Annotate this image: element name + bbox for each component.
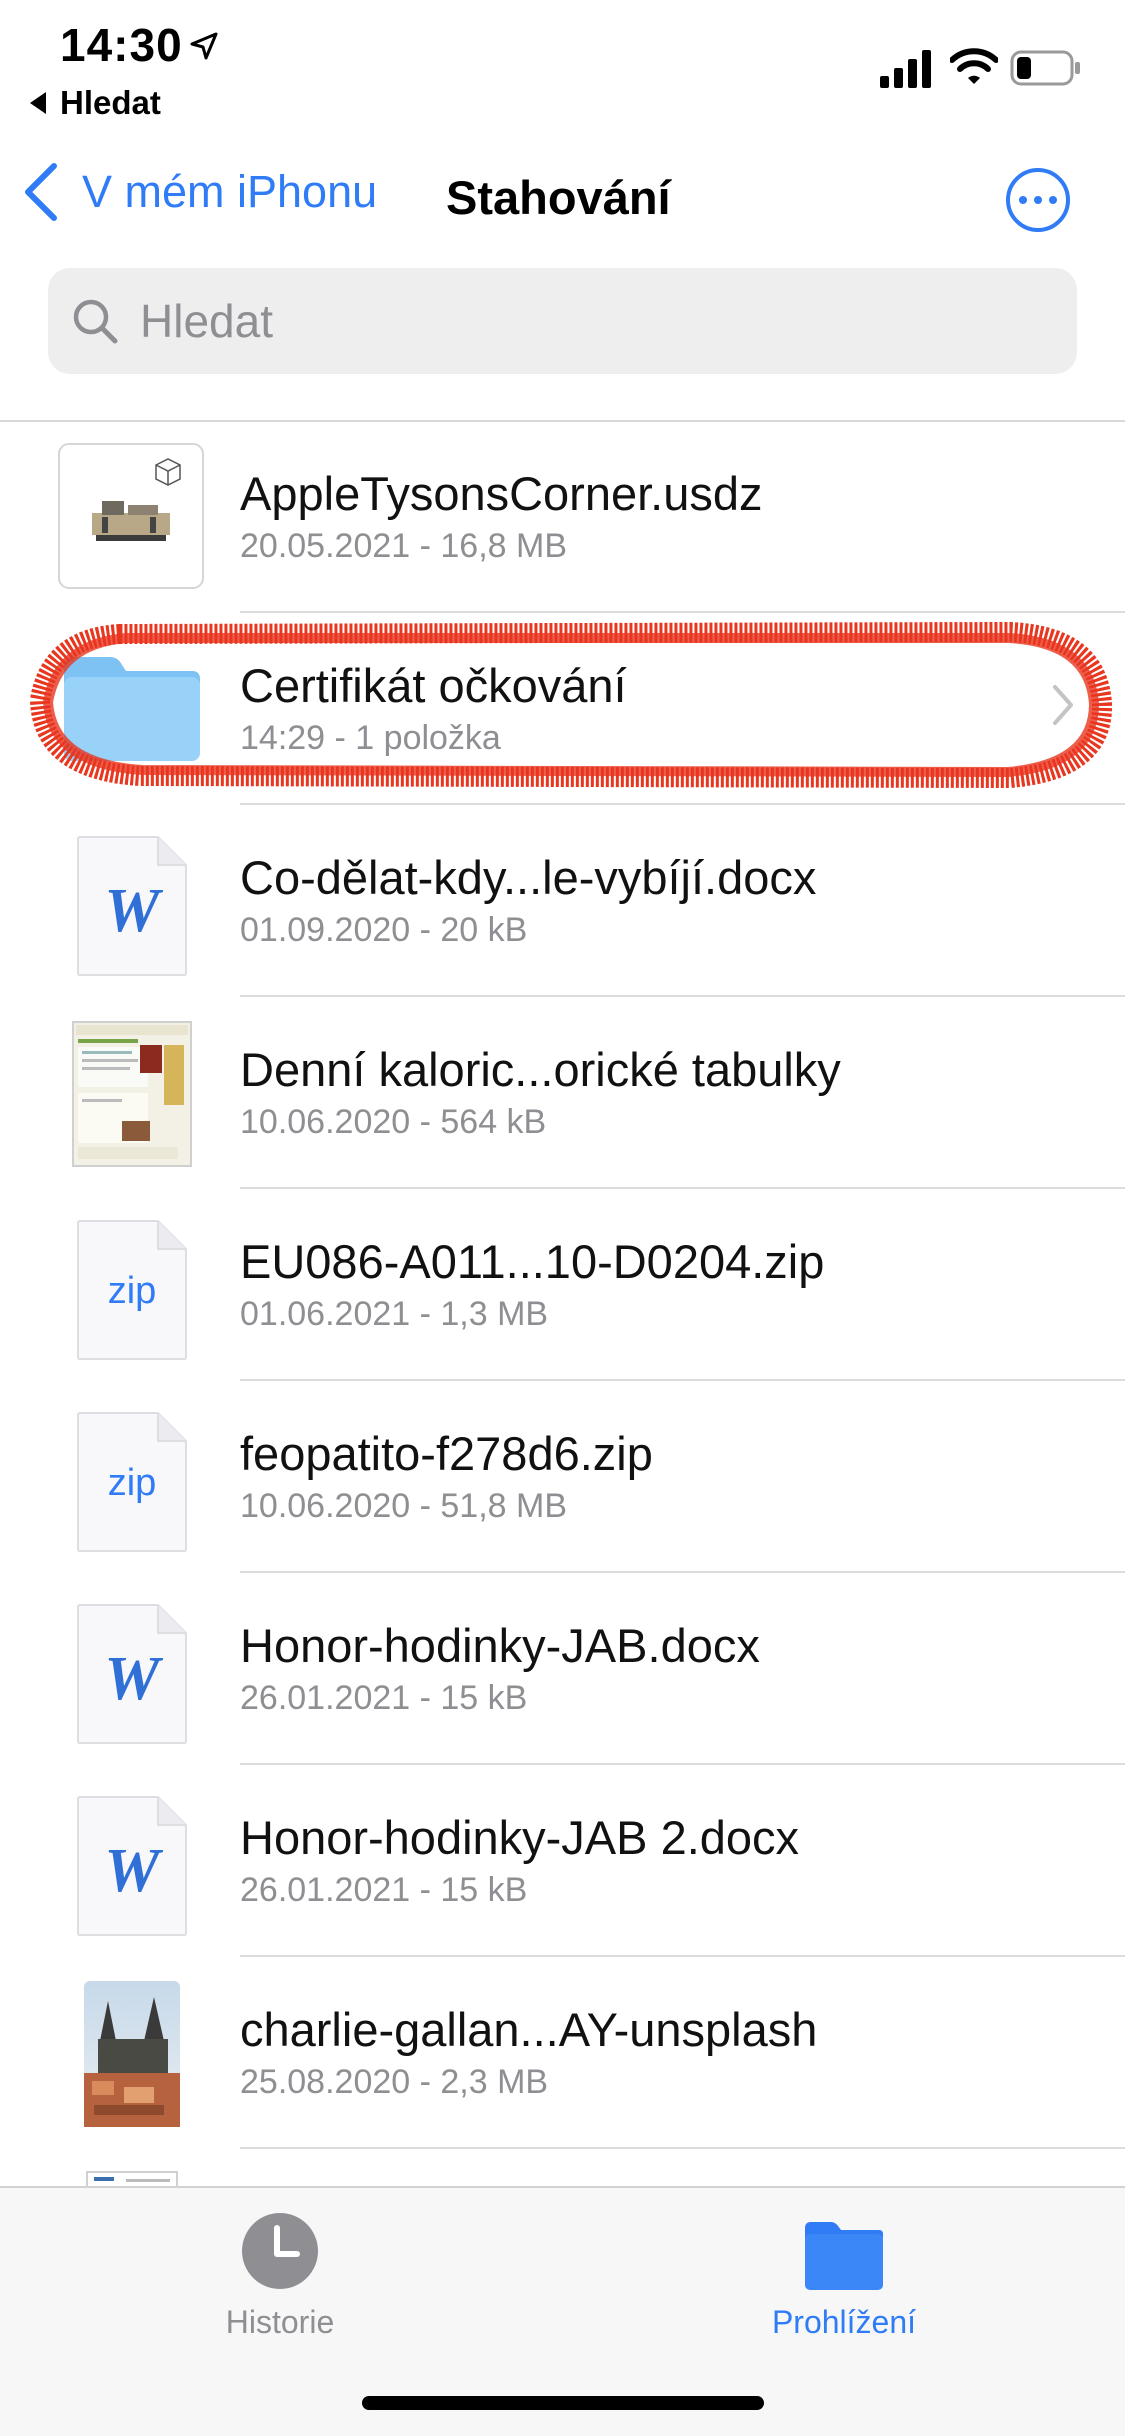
back-triangle-icon (30, 92, 46, 114)
tab-historie[interactable]: Historie (200, 2212, 360, 2341)
file-name: Denní kaloric...orické tabulky (240, 1043, 841, 1096)
home-indicator[interactable] (362, 2396, 764, 2410)
tab-label: Historie (225, 2304, 335, 2340)
word-doc-icon: W (77, 836, 187, 976)
word-letter: W (104, 877, 163, 945)
usdz-thumbnail (58, 443, 204, 589)
word-doc-icon: W (77, 1796, 187, 1936)
file-name: EU086-A011...10-D0204.zip (240, 1235, 825, 1288)
chevron-left-icon (25, 163, 57, 221)
file-meta: 10.06.2020 - 564 kB (240, 1103, 547, 1141)
status-time: 14:30 (60, 19, 183, 71)
file-name: AppleTysonsCorner.usdz (240, 467, 763, 520)
file-name: charlie-gallan...AY-unsplash (240, 2003, 818, 2056)
word-letter: W (104, 1837, 163, 1905)
ellipsis-dot (1034, 196, 1042, 204)
word-letter: W (104, 1645, 163, 1713)
file-name: Co-dělat-kdy...le-vybíjí.docx (240, 851, 817, 904)
ellipsis-icon (1019, 196, 1027, 204)
page-title: Stahování (446, 171, 671, 224)
cellular-signal-icon (880, 50, 931, 88)
tab-prohlizeni[interactable]: Prohlížení (754, 2212, 934, 2341)
file-name: Honor-hodinky-JAB 2.docx (240, 1811, 800, 1864)
nav-back-label: V mém iPhonu (82, 166, 378, 217)
zip-icon: zip (77, 1220, 187, 1360)
search-icon (73, 299, 118, 344)
file-row[interactable]: W Honor-hodinky-JAB.docx 26.01.2021 - 15… (0, 1573, 1125, 1765)
back-to-app-button[interactable]: Hledat (30, 84, 161, 122)
file-row[interactable]: charlie-gallan...AY-unsplash 25.08.2020 … (0, 1957, 1125, 2149)
file-meta: 20.05.2021 - 16,8 MB (240, 527, 568, 565)
ellipsis-dot (1049, 196, 1057, 204)
photo-thumbnail (84, 1981, 180, 2127)
file-meta: 10.06.2020 - 51,8 MB (240, 1487, 568, 1525)
file-row[interactable]: zip feopatito-f278d6.zip 10.06.2020 - 51… (0, 1381, 1125, 1573)
file-meta: 01.06.2021 - 1,3 MB (240, 1295, 549, 1333)
more-options-button[interactable] (1006, 168, 1070, 232)
partial-thumbnail (86, 2171, 178, 2186)
file-meta: 25.08.2020 - 2,3 MB (240, 2063, 549, 2101)
battery-icon (1010, 50, 1080, 86)
file-meta: 01.09.2020 - 20 kB (240, 911, 528, 949)
file-row[interactable]: AppleTysonsCorner.usdz 20.05.2021 - 16,8… (0, 421, 1125, 613)
file-row[interactable]: W Honor-hodinky-JAB 2.docx 26.01.2021 - … (0, 1765, 1125, 1957)
location-arrow-icon (190, 32, 218, 60)
word-doc-icon: W (77, 1604, 187, 1744)
file-meta: 26.01.2021 - 15 kB (240, 1871, 528, 1909)
search-input[interactable] (138, 293, 1042, 349)
back-app-label: Hledat (60, 84, 161, 121)
clock-icon (242, 2213, 318, 2289)
file-row[interactable]: Denní kaloric...orické tabulky 10.06.202… (0, 997, 1125, 1189)
file-row[interactable]: zip EU086-A011...10-D0204.zip 01.06.2021… (0, 1189, 1125, 1381)
nav-back-button[interactable]: V mém iPhonu (22, 162, 377, 222)
tab-label: Prohlížení (771, 2304, 917, 2340)
wifi-icon (950, 48, 998, 84)
folder-icon (805, 2222, 883, 2290)
zip-label: zip (108, 1270, 157, 1312)
zip-icon: zip (77, 1412, 187, 1552)
webpage-thumbnail (72, 1021, 192, 1167)
file-row[interactable]: W Co-dělat-kdy...le-vybíjí.docx 01.09.20… (0, 805, 1125, 997)
file-name: Honor-hodinky-JAB.docx (240, 1619, 760, 1672)
file-meta: 26.01.2021 - 15 kB (240, 1679, 528, 1717)
file-row[interactable] (0, 2149, 1125, 2186)
file-name: feopatito-f278d6.zip (240, 1427, 653, 1480)
zip-label: zip (108, 1462, 157, 1504)
search-bar[interactable] (48, 268, 1077, 374)
highlight-annotation (30, 622, 1112, 788)
